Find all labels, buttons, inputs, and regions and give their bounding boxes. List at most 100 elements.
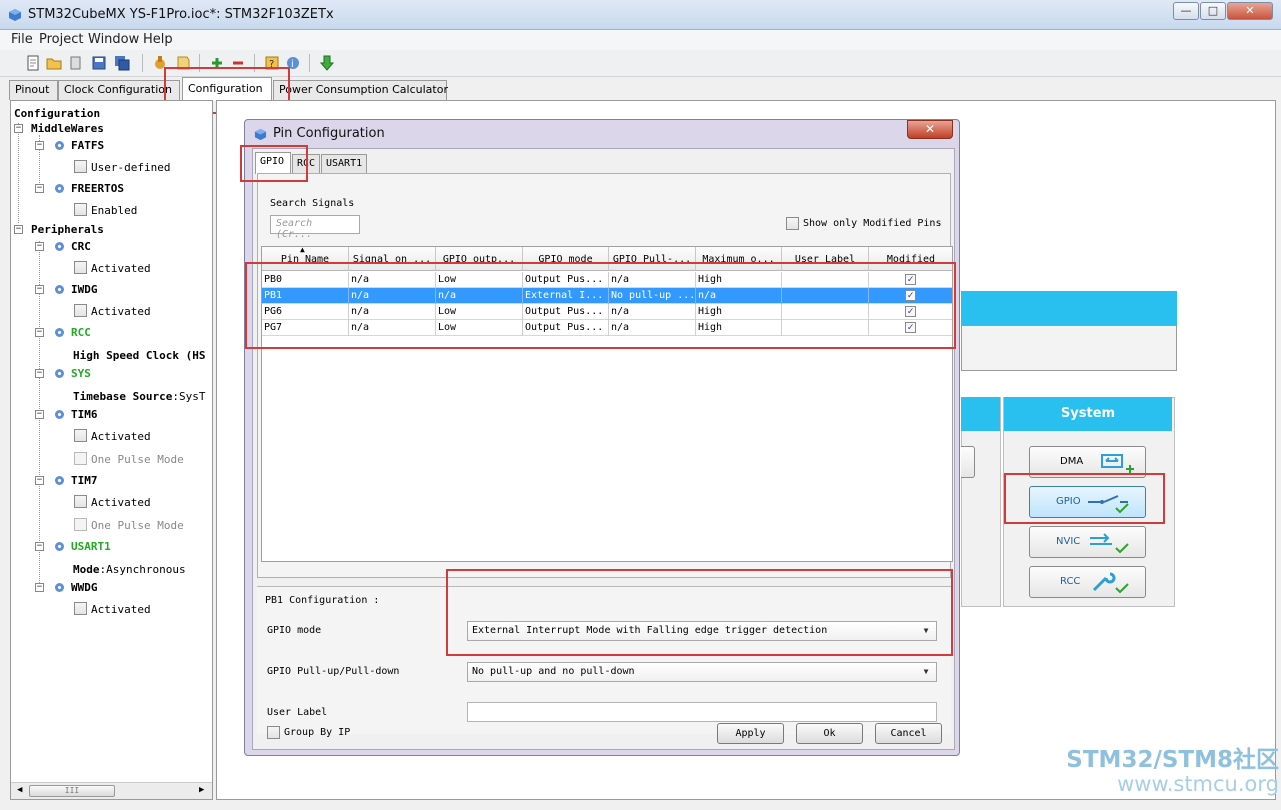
scroll-right-arrow-icon[interactable]: ▶ [199,785,204,795]
dialog-tab-rcc[interactable]: RCC [292,154,320,174]
menu-file[interactable]: File [11,32,33,47]
save-icon[interactable] [91,55,107,71]
horizontal-scrollbar[interactable]: ◀ III ▶ [11,782,212,799]
save-all-icon[interactable] [114,55,130,71]
tree-rcc[interactable]: RCC [71,326,91,339]
tim7-activated-checkbox[interactable] [74,495,87,508]
table-row[interactable]: PB0 n/a Low Output Pus... n/a High ✓ [262,272,952,288]
collapse-toggle[interactable]: − [35,583,44,592]
tim7-one-pulse-checkbox[interactable] [74,518,87,531]
generate-code-icon[interactable] [152,55,168,71]
collapse-toggle[interactable]: − [14,124,23,133]
collapse-toggle[interactable]: − [35,476,44,485]
collapse-toggle[interactable]: − [35,242,44,251]
tim6-one-pulse-checkbox[interactable] [74,452,87,465]
column-header-user-label[interactable]: User Label [782,247,869,271]
tree-fatfs[interactable]: FATFS [71,139,104,152]
maximize-button[interactable]: □ [1200,2,1226,20]
fatfs-user-defined-checkbox[interactable] [74,160,87,173]
scroll-thumb[interactable]: III [29,785,115,797]
modified-checkbox[interactable]: ✓ [905,322,916,333]
minimize-button[interactable]: — [1173,2,1199,20]
apply-button[interactable]: Apply [717,723,784,744]
column-header-gpio-output[interactable]: GPIO outp... [436,247,523,271]
rcc-label: RCC [1060,576,1081,587]
remove-icon[interactable] [230,55,246,71]
collapse-toggle[interactable]: − [35,410,44,419]
tree-middlewares[interactable]: MiddleWares [31,122,104,135]
menu-help[interactable]: Help [143,32,173,47]
new-project-icon[interactable] [25,55,41,71]
scroll-left-arrow-icon[interactable]: ◀ [17,785,22,795]
column-header-gpio-mode[interactable]: GPIO mode [523,247,609,271]
close-window-button[interactable]: ✕ [1227,2,1273,20]
crc-activated-checkbox[interactable] [74,261,87,274]
collapse-toggle[interactable]: − [35,542,44,551]
tab-clock-configuration[interactable]: Clock Configuration [58,80,180,100]
collapse-toggle[interactable]: − [14,225,23,234]
modified-checkbox[interactable]: ✓ [905,306,916,317]
dialog-close-button[interactable]: ✕ [907,120,953,139]
open-folder-icon[interactable] [46,55,62,71]
column-header-gpio-pull[interactable]: GPIO Pull-... [609,247,696,271]
dma-button[interactable]: DMA [1029,446,1146,478]
menu-window[interactable]: Window [88,32,139,47]
tree-peripherals[interactable]: Peripherals [31,223,104,236]
column-header-signal[interactable]: Signal on ... [349,247,436,271]
tab-configuration[interactable]: Configuration [182,77,272,101]
tree-sys[interactable]: SYS [71,367,91,380]
add-icon[interactable] [209,55,225,71]
search-signals-input[interactable]: Search (Cr... [270,215,360,240]
cancel-button[interactable]: Cancel [875,723,942,744]
tree-crc[interactable]: CRC [71,240,91,253]
toolbar-separator [142,54,143,72]
connectivity-button-partial[interactable] [961,446,975,478]
report-icon[interactable] [175,55,191,71]
tree-tim6[interactable]: TIM6 [71,408,98,421]
info-icon[interactable]: i [285,55,301,71]
freertos-enabled-checkbox[interactable] [74,203,87,216]
collapse-toggle[interactable]: − [35,285,44,294]
gpio-button[interactable]: GPIO [1029,486,1146,518]
table-row[interactable]: PG6 n/a Low Output Pus... n/a High ✓ [262,304,952,320]
tab-pinout[interactable]: Pinout [9,80,58,100]
column-header-pin-name[interactable]: ▲ Pin Name [262,247,349,271]
tree-freertos[interactable]: FREERTOS [71,182,124,195]
iwdg-activated-checkbox[interactable] [74,304,87,317]
tree-iwdg[interactable]: IWDG [71,283,98,296]
tree-wwdg[interactable]: WWDG [71,581,98,594]
collapse-toggle[interactable]: − [35,369,44,378]
copy-icon[interactable] [68,55,84,71]
column-header-max-speed[interactable]: Maximum o... [696,247,782,271]
modified-checkbox[interactable]: ✓ [905,274,916,285]
dialog-tab-usart1[interactable]: USART1 [321,154,367,174]
gpio-mode-select[interactable]: External Interrupt Mode with Falling edg… [467,621,937,641]
sort-ascending-icon: ▲ [300,247,305,254]
tab-power-consumption-calculator[interactable]: Power Consumption Calculator [273,80,448,100]
table-row-selected[interactable]: PB1 n/a n/a External I... No pull-up ...… [262,288,952,304]
table-row[interactable]: PG7 n/a Low Output Pus... n/a High ✓ [262,320,952,336]
help-icon[interactable]: ? [264,55,280,71]
gpio-pull-select[interactable]: No pull-up and no pull-down ▼ [467,662,937,682]
collapse-toggle[interactable]: − [35,184,44,193]
cell-speed: High [696,304,782,320]
tree-usart1[interactable]: USART1 [71,540,111,553]
tree-tim7[interactable]: TIM7 [71,474,98,487]
collapse-toggle[interactable]: − [35,328,44,337]
gpio-label: GPIO [1056,496,1081,507]
tim6-activated-checkbox[interactable] [74,429,87,442]
modified-checkbox[interactable]: ✓ [905,290,916,301]
show-modified-checkbox[interactable] [786,217,799,230]
rcc-button[interactable]: RCC [1029,566,1146,598]
column-header-modified[interactable]: Modified [869,247,952,271]
wwdg-activated-checkbox[interactable] [74,602,87,615]
nvic-button[interactable]: NVIC [1029,526,1146,558]
dialog-tab-gpio[interactable]: GPIO [255,152,291,174]
user-label-input[interactable] [467,702,937,722]
gear-icon [55,369,64,378]
collapse-toggle[interactable]: − [35,141,44,150]
group-by-ip-checkbox[interactable] [267,726,280,739]
download-arrow-icon[interactable] [319,55,335,71]
ok-button[interactable]: Ok [796,723,863,744]
menu-project[interactable]: Project [39,32,83,47]
